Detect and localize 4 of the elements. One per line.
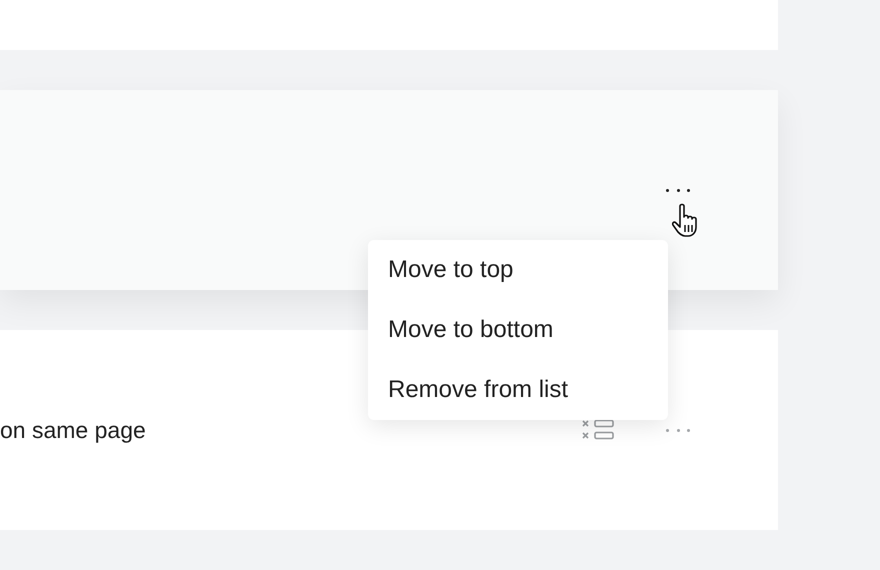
row-title: on same page [0,416,147,444]
menu-item[interactable]: Move to top [368,240,668,300]
menu-item[interactable]: Remove from list [368,360,668,420]
menu-item[interactable]: Move to bottom [368,300,668,360]
